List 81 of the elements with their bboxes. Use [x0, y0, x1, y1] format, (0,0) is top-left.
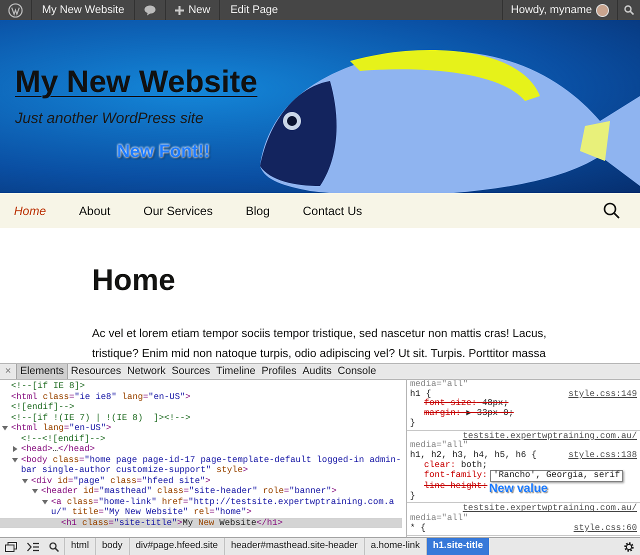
speech-bubble-icon — [144, 4, 156, 16]
nav-link[interactable]: Contact Us — [288, 193, 376, 228]
source-link[interactable]: style.css:60 — [574, 524, 637, 534]
css-property[interactable]: line-height: — [424, 482, 488, 492]
dom-node-text: <h1 class="site-title">My New Website</h1> — [61, 518, 283, 528]
source-link[interactable]: testsite.expertwptraining.com.au/ — [462, 504, 637, 514]
nav-link[interactable]: Home — [0, 193, 60, 228]
css-property[interactable]: margin: ▶ 33px 0; — [424, 409, 514, 419]
devtools-tab[interactable]: Console — [334, 364, 380, 379]
dom-node-text: <html lang="en-US"> — [11, 423, 112, 434]
triangle-down-icon[interactable] — [32, 488, 38, 494]
dom-row[interactable]: <html lang="en-US"> — [0, 423, 402, 434]
css-property[interactable]: font-family: — [424, 471, 488, 482]
dom-row[interactable]: <div id="page" class="hfeed site"> — [0, 476, 402, 486]
breadcrumb-item[interactable]: h1.site-title — [426, 538, 489, 555]
search-icon — [624, 5, 634, 15]
nav-link[interactable]: Our Services — [129, 193, 227, 228]
source-link[interactable]: style.css:149 — [568, 390, 637, 400]
devtools-tab[interactable]: Audits — [299, 364, 335, 379]
devtools-tab[interactable]: Network — [124, 364, 169, 379]
search-icon[interactable] — [603, 202, 620, 219]
dom-row[interactable]: <h1 class="site-title">My New Website</h1> — [0, 518, 402, 528]
css-selector: h1, h2, h3, h4, h5, h6 { — [410, 450, 537, 460]
annotation-label: New value — [489, 480, 548, 495]
settings-icon[interactable] — [623, 540, 635, 552]
dom-row[interactable]: <!--[if IE 8]> — [0, 381, 402, 392]
css-property[interactable]: font-size: 48px; — [424, 399, 508, 410]
devtools-tab[interactable]: Elements — [16, 364, 68, 379]
devtools-tab[interactable]: Sources — [168, 364, 214, 379]
avatar-placeholder — [596, 4, 609, 16]
triangle-down-icon[interactable] — [2, 425, 8, 432]
media-query: media="all" — [410, 380, 470, 390]
dom-row[interactable]: <header id="masthead" class="site-header" role="banner"> — [0, 486, 402, 496]
dom-node-text: <!--[if !(IE 7) | !(IE 8) ]><!--> — [11, 412, 190, 423]
dom-node-text: <!--<![endif]--> — [21, 434, 106, 444]
annotation-label: New Font!! — [117, 140, 210, 163]
devtools-tab[interactable]: Timeline — [213, 364, 258, 379]
dom-node-text: <div id="page" class="hfeed site"> — [31, 476, 211, 486]
media-query: media="all" — [410, 441, 470, 450]
css-selector: * { — [410, 524, 426, 534]
dom-node-text: <html class="ie ie8" lang="en-US"> — [11, 392, 191, 402]
breadcrumb-item[interactable]: header#masthead.site-header — [224, 538, 364, 555]
dom-node-text: <![endif]--> — [11, 402, 74, 412]
closing-brace: } — [410, 418, 416, 429]
closing-brace: } — [410, 492, 416, 502]
devtools-tab[interactable]: Resources — [68, 364, 124, 379]
site-title[interactable]: My New Website — [15, 62, 258, 102]
dom-row[interactable]: <!--<![endif]--> — [0, 434, 402, 444]
triangle-right-icon[interactable] — [12, 446, 18, 452]
dom-node-text: <header id="masthead" class="site-header" role="banner"> — [41, 486, 337, 496]
triangle-down-icon[interactable] — [12, 456, 18, 463]
breadcrumb-item[interactable]: html — [64, 538, 95, 555]
breadcrumb-item[interactable]: body — [94, 538, 129, 555]
css-property[interactable]: clear: both; — [424, 460, 488, 470]
plus-icon — [175, 6, 184, 14]
site-tagline: Just another WordPress site — [15, 109, 204, 129]
dom-node-text: <head>…</head> — [21, 444, 95, 454]
media-query: media="all" — [410, 514, 470, 524]
value-input-field[interactable]: 'Rancho', Georgia, serif — [490, 470, 624, 482]
logo-icon — [8, 2, 23, 18]
dom-row[interactable]: <![endif]--> — [0, 402, 402, 412]
console-drawer-icon[interactable] — [27, 542, 39, 552]
edit-page-link[interactable]: Edit Page — [220, 0, 288, 20]
devtools-tab[interactable]: Profiles — [258, 364, 300, 379]
dom-row[interactable]: <head>…</head> — [0, 444, 402, 454]
dom-node-text: <!--[if IE 8]> — [11, 381, 85, 392]
search-icon[interactable] — [49, 542, 59, 552]
triangle-down-icon[interactable] — [22, 478, 28, 484]
dock-icon[interactable] — [5, 542, 17, 552]
nav-link[interactable]: Blog — [232, 193, 284, 228]
triangle-down-icon[interactable] — [42, 498, 48, 505]
page-paragraph: Ac vel et lorem etiam tempor sociis tempor tristique, sed nascetur non mattis cras! Lacus, tristique? Enim mid non natoque turpis, odio adipiscing vel? Ut sit. Turpis. Porttitor massa — [92, 327, 548, 362]
close-button[interactable]: × — [0, 364, 16, 380]
source-link[interactable]: style.css:138 — [568, 450, 637, 461]
page-heading: Home — [92, 264, 176, 298]
dom-row[interactable]: <!--[if !(IE 7) | !(IE 8) ]><!--> — [0, 412, 402, 423]
dom-row[interactable]: <html class="ie ie8" lang="en-US"> — [0, 392, 402, 402]
css-selector: h1 { — [410, 390, 432, 399]
breadcrumb-item[interactable]: div#page.hfeed.site — [128, 538, 224, 555]
source-link[interactable]: testsite.expertwptraining.com.au/ — [462, 432, 637, 442]
nav-link[interactable]: About — [65, 193, 124, 228]
